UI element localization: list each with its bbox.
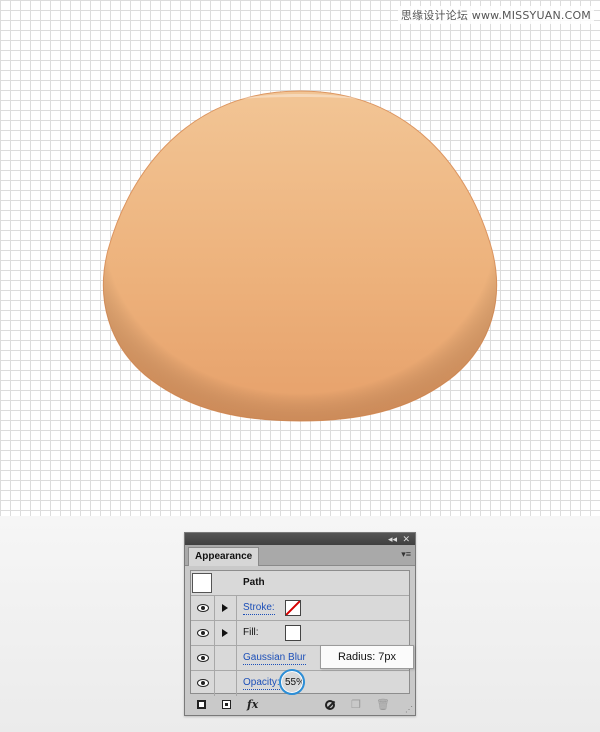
panel-titlebar[interactable]: ◂◂ ✕ (185, 533, 415, 545)
clear-appearance-icon[interactable] (325, 700, 335, 710)
duplicate-item-icon[interactable]: ❐ (351, 698, 361, 712)
gaussian-blur-link[interactable]: Gaussian Blur (243, 652, 306, 665)
row-path[interactable]: Path (191, 571, 409, 596)
panel-menu-icon[interactable]: ▾≡ (401, 549, 411, 560)
artwork-svg (102, 90, 498, 422)
expand-triangle-icon[interactable] (222, 604, 228, 612)
visibility-eye-icon[interactable] (197, 604, 209, 612)
orange-blob-shading (103, 91, 497, 421)
trash-icon[interactable]: 🗑 (376, 698, 390, 712)
close-icon[interactable]: ✕ (402, 533, 410, 545)
fx-icon[interactable]: fx (247, 698, 258, 712)
stroke-link[interactable]: Stroke: (243, 602, 275, 615)
fill-white-swatch[interactable] (285, 625, 301, 641)
opacity-link[interactable]: Opacity: (243, 677, 280, 690)
highlight-circle (279, 669, 305, 695)
row-opacity[interactable]: Opacity: 55% (191, 669, 409, 696)
add-new-fill-icon[interactable] (222, 700, 231, 709)
appearance-panel: ◂◂ ✕ Appearance ▾≡ Path Stroke: Fill: Ga… (184, 532, 416, 716)
visibility-eye-icon[interactable] (197, 679, 209, 687)
path-label: Path (243, 577, 265, 588)
collapse-icon[interactable]: ◂◂ (388, 533, 397, 545)
fill-label: Fill: (243, 627, 259, 638)
panel-toolbar: fx ❐ 🗑 ⋰ (185, 697, 415, 715)
appearance-list: Path Stroke: Fill: Gaussian Blur Opacity… (190, 570, 410, 696)
tab-row: Appearance ▾≡ (185, 545, 415, 566)
expand-triangle-icon[interactable] (222, 629, 228, 637)
stroke-none-swatch[interactable] (285, 600, 301, 616)
resize-grip-icon[interactable]: ⋰ (405, 705, 413, 714)
row-stroke[interactable]: Stroke: (191, 596, 409, 621)
visibility-eye-icon[interactable] (197, 629, 209, 637)
path-thumbnail (192, 573, 212, 593)
visibility-eye-icon[interactable] (197, 654, 209, 662)
tab-appearance[interactable]: Appearance (188, 547, 260, 566)
row-fill[interactable]: Fill: (191, 621, 409, 646)
radius-tooltip: Radius: 7px (320, 645, 414, 669)
new-art-icon[interactable] (197, 700, 206, 709)
